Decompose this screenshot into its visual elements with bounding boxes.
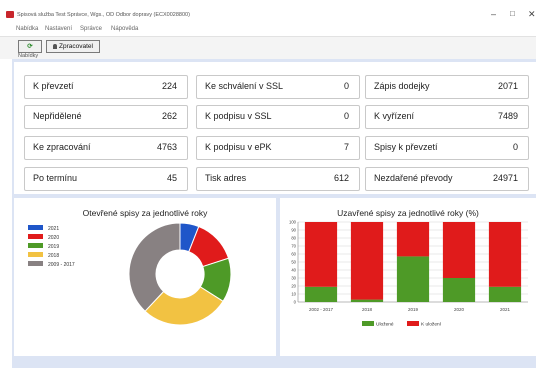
tile-label: Nezdařené převody xyxy=(374,173,453,183)
open-files-chart-panel: Otevřené spisy za jednotlivé roky 2021 20… xyxy=(14,198,276,356)
y-tick-label-80: 80 xyxy=(291,236,296,241)
bar-uloen-2002-2017 xyxy=(304,286,338,302)
bar-uloen-2018 xyxy=(350,299,384,302)
tile-zapis-dodejky[interactable]: Zápis dodejky 2071 xyxy=(365,75,529,99)
tile-label: Nepřidělené xyxy=(33,111,82,121)
x-tick-label-2018: 2018 xyxy=(362,307,373,312)
user-icon xyxy=(53,44,58,49)
menu-item-nabidka[interactable]: Nabídka xyxy=(16,26,38,32)
tile-label: Ke schválení v SSL xyxy=(205,81,284,91)
tile-tisk-adres[interactable]: Tisk adres 612 xyxy=(196,167,360,191)
tile-spisy-k-prevzeti[interactable]: Spisy k převzetí 0 xyxy=(365,136,529,160)
refresh-icon: ⟳ xyxy=(27,43,33,50)
refresh-button[interactable]: ⟳ xyxy=(18,40,42,53)
legend-swatch-2009-2017 xyxy=(28,261,43,266)
x-tick-label-2020: 2020 xyxy=(454,307,465,312)
processor-button[interactable]: Zpracovatel xyxy=(46,40,100,53)
tile-value: 45 xyxy=(166,173,177,183)
legend-swatch-2018 xyxy=(28,252,43,257)
legend-swatch-2021 xyxy=(28,225,43,230)
tile-neprirazene[interactable]: Nepřidělené 262 xyxy=(24,105,188,129)
tile-ke-zpracovani[interactable]: Ke zpracování 4763 xyxy=(24,136,188,160)
tile-value: 0 xyxy=(343,81,349,91)
bar-uloen-2019 xyxy=(396,256,430,302)
y-tick-label-60: 60 xyxy=(291,252,296,257)
tile-k-podpisu-v-epk[interactable]: K podpisu v ePK 7 xyxy=(196,136,360,160)
tile-k-vyrizeni[interactable]: K vyřízení 7489 xyxy=(365,105,529,129)
menu-item-nastaveni[interactable]: Nastavení xyxy=(45,26,72,32)
bar-kuloen-2020 xyxy=(442,222,476,278)
y-tick-label-0: 0 xyxy=(294,300,297,305)
legend-label-2019: 2019 xyxy=(48,244,59,250)
y-tick-label-40: 40 xyxy=(291,268,296,273)
tile-k-podpisu-v-ssl[interactable]: K podpisu v SSL 0 xyxy=(196,105,360,129)
legend-label-uloen: Uložené xyxy=(376,322,394,328)
y-tick-label-10: 10 xyxy=(291,292,296,297)
tile-value: 7 xyxy=(343,142,349,152)
tile-value: 2071 xyxy=(497,81,518,91)
tile-label: K převzetí xyxy=(33,81,74,91)
x-tick-label-2021: 2021 xyxy=(500,307,511,312)
legend-label-2018: 2018 xyxy=(48,253,59,259)
processor-button-label: Zpracovatel xyxy=(59,43,93,50)
menu-item-spravce[interactable]: Správce xyxy=(80,26,102,32)
tile-value: 262 xyxy=(161,111,177,121)
menu-item-napoveda[interactable]: Nápověda xyxy=(111,26,138,32)
bar-kuloen-2019 xyxy=(396,222,430,257)
tile-k-prevzeti[interactable]: K převzetí 224 xyxy=(24,75,188,99)
tile-value: 4763 xyxy=(156,142,177,152)
tile-label: Spisy k převzetí xyxy=(374,142,438,152)
tile-label: K vyřízení xyxy=(374,111,415,121)
tile-value: 0 xyxy=(343,111,349,121)
app-icon xyxy=(6,11,14,18)
tile-ke-schvaleni-v-ssl[interactable]: Ke schválení v SSL 0 xyxy=(196,75,360,99)
window-title: Spisová služba Test Správce, Wgs., OD Od… xyxy=(17,12,190,18)
tile-label: Po termínu xyxy=(33,173,78,183)
legend-swatch-2019 xyxy=(28,243,43,248)
legend-label-2009-2017: 2009 - 2017 xyxy=(48,262,75,268)
y-tick-label-100: 100 xyxy=(289,220,297,225)
maximize-icon[interactable]: □ xyxy=(510,9,515,19)
tile-label: K podpisu v ePK xyxy=(205,142,272,152)
tile-value: 7489 xyxy=(497,111,518,121)
title-bar: Spisová služba Test Správce, Wgs., OD Od… xyxy=(0,0,536,22)
tile-nezdarene-prevody[interactable]: Nezdařené převody 24971 xyxy=(365,167,529,191)
tile-po-terminu[interactable]: Po termínu 45 xyxy=(24,167,188,191)
y-tick-label-20: 20 xyxy=(291,284,296,289)
bar-uloen-2020 xyxy=(442,278,476,302)
close-icon[interactable]: ✕ xyxy=(528,9,536,19)
bar-uloen-2021 xyxy=(488,286,522,302)
tile-value: 224 xyxy=(161,81,177,91)
legend-label-2020: 2020 xyxy=(48,235,59,241)
tile-value: 612 xyxy=(333,173,349,183)
open-files-donut-chart: 2021 2020 2019 2018 2009 - 2017 xyxy=(28,222,232,326)
y-tick-label-30: 30 xyxy=(291,276,296,281)
bar-kuloen-2021 xyxy=(488,222,522,287)
x-tick-label-2019: 2019 xyxy=(408,307,419,312)
tile-label: K podpisu v SSL xyxy=(205,111,272,121)
closed-files-chart-panel: Uzavřené spisy za jednotlivé roky (%) 01… xyxy=(280,198,536,356)
legend-swatch-uloen xyxy=(362,321,374,326)
minimize-icon[interactable]: – xyxy=(491,9,496,19)
tile-label: Tisk adres xyxy=(205,173,247,183)
bar-kuloen-2018 xyxy=(350,222,384,300)
closed-files-bar-chart: 0 10 20 30 40 50 60 70 80 90 100 2002 - 2017 2018 201… xyxy=(289,220,528,328)
y-tick-label-50: 50 xyxy=(291,260,296,265)
y-tick-label-90: 90 xyxy=(291,228,296,233)
legend-swatch-kuloen xyxy=(407,321,419,326)
tile-label: Ke zpracování xyxy=(33,142,91,152)
tile-label: Zápis dodejky xyxy=(374,81,430,91)
legend-label-2021: 2021 xyxy=(48,226,59,232)
x-tick-label-2002-2017: 2002 - 2017 xyxy=(309,307,334,312)
legend-swatch-2020 xyxy=(28,234,43,239)
tile-value: 24971 xyxy=(492,173,518,183)
y-tick-label-70: 70 xyxy=(291,244,296,249)
tile-value: 0 xyxy=(512,142,518,152)
legend-label-kuloen: K uložení xyxy=(421,322,442,328)
bar-kuloen-2002-2017 xyxy=(304,222,338,287)
